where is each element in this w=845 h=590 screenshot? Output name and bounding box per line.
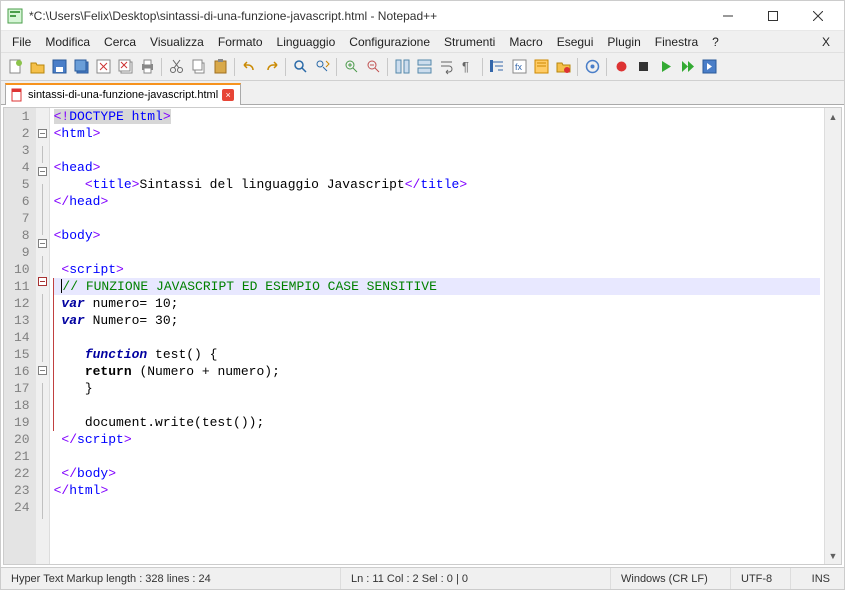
menu-configurazione[interactable]: Configurazione bbox=[342, 33, 437, 51]
status-position: Ln : 11 Col : 2 Sel : 0 | 0 bbox=[341, 568, 611, 589]
status-left: Hyper Text Markup length : 328 lines : 2… bbox=[1, 568, 341, 589]
record-icon[interactable] bbox=[611, 57, 631, 77]
title-bar: *C:\Users\Felix\Desktop\sintassi-di-una-… bbox=[1, 1, 844, 31]
menu-finestra[interactable]: Finestra bbox=[648, 33, 705, 51]
zoom-in-icon[interactable] bbox=[341, 57, 361, 77]
toolbar: ¶ fx bbox=[1, 53, 844, 81]
play-multi-icon[interactable] bbox=[677, 57, 697, 77]
play-icon[interactable] bbox=[655, 57, 675, 77]
tab-label: sintassi-di-una-funzione-javascript.html bbox=[28, 89, 218, 101]
toolbar-separator bbox=[482, 58, 483, 76]
find-icon[interactable] bbox=[290, 57, 310, 77]
window-title: *C:\Users\Felix\Desktop\sintassi-di-una-… bbox=[29, 9, 437, 23]
menu-?[interactable]: ? bbox=[705, 33, 726, 51]
stop-icon[interactable] bbox=[633, 57, 653, 77]
svg-text:fx: fx bbox=[515, 62, 523, 72]
toolbar-separator bbox=[285, 58, 286, 76]
copy-icon[interactable] bbox=[188, 57, 208, 77]
indent-guide-icon[interactable] bbox=[487, 57, 507, 77]
menu-notepad-x[interactable]: X bbox=[815, 33, 840, 51]
cut-icon[interactable] bbox=[166, 57, 186, 77]
close-all-icon[interactable] bbox=[115, 57, 135, 77]
wrap-icon[interactable] bbox=[436, 57, 456, 77]
monitor-icon[interactable] bbox=[582, 57, 602, 77]
sync-v-icon[interactable] bbox=[392, 57, 412, 77]
save-all-icon[interactable] bbox=[71, 57, 91, 77]
vertical-scrollbar[interactable]: ▲ ▼ bbox=[824, 108, 841, 564]
toolbar-separator bbox=[387, 58, 388, 76]
close-icon[interactable] bbox=[93, 57, 113, 77]
print-icon[interactable] bbox=[137, 57, 157, 77]
line-number-gutter: 123456789101112131415161718192021222324 bbox=[4, 108, 36, 564]
new-file-icon[interactable] bbox=[5, 57, 25, 77]
scroll-down-icon[interactable]: ▼ bbox=[825, 547, 841, 564]
menu-macro[interactable]: Macro bbox=[502, 33, 549, 51]
toolbar-separator bbox=[161, 58, 162, 76]
menu-file[interactable]: File bbox=[5, 33, 38, 51]
svg-text:¶: ¶ bbox=[462, 59, 469, 74]
menu-visualizza[interactable]: Visualizza bbox=[143, 33, 211, 51]
all-chars-icon[interactable]: ¶ bbox=[458, 57, 478, 77]
doc-map-icon[interactable] bbox=[531, 57, 551, 77]
maximize-button[interactable] bbox=[750, 2, 795, 30]
zoom-out-icon[interactable] bbox=[363, 57, 383, 77]
status-insert-mode: INS bbox=[791, 568, 844, 589]
menu-esegui[interactable]: Esegui bbox=[550, 33, 601, 51]
open-file-icon[interactable] bbox=[27, 57, 47, 77]
scroll-up-icon[interactable]: ▲ bbox=[825, 108, 841, 125]
tab-close-icon[interactable]: × bbox=[222, 89, 234, 101]
menu-cerca[interactable]: Cerca bbox=[97, 33, 143, 51]
redo-icon[interactable] bbox=[261, 57, 281, 77]
toolbar-separator bbox=[234, 58, 235, 76]
menu-linguaggio[interactable]: Linguaggio bbox=[270, 33, 343, 51]
file-icon bbox=[10, 88, 24, 102]
menu-formato[interactable]: Formato bbox=[211, 33, 270, 51]
minimize-button[interactable] bbox=[705, 2, 750, 30]
toolbar-separator bbox=[577, 58, 578, 76]
replace-icon[interactable] bbox=[312, 57, 332, 77]
menu-plugin[interactable]: Plugin bbox=[600, 33, 647, 51]
lang-icon[interactable]: fx bbox=[509, 57, 529, 77]
tab-active[interactable]: sintassi-di-una-funzione-javascript.html… bbox=[5, 83, 241, 105]
toolbar-separator bbox=[606, 58, 607, 76]
save-macro-icon[interactable] bbox=[699, 57, 719, 77]
app-icon bbox=[7, 8, 23, 24]
tab-bar: sintassi-di-una-funzione-javascript.html… bbox=[1, 81, 844, 105]
status-bar: Hyper Text Markup length : 328 lines : 2… bbox=[1, 567, 844, 589]
menu-modifica[interactable]: Modifica bbox=[38, 33, 97, 51]
save-icon[interactable] bbox=[49, 57, 69, 77]
code-editor[interactable]: <!DOCTYPE html><html><head> <title>Sinta… bbox=[50, 108, 824, 564]
folder-icon[interactable] bbox=[553, 57, 573, 77]
paste-icon[interactable] bbox=[210, 57, 230, 77]
fold-gutter[interactable] bbox=[36, 108, 50, 564]
editor-area: 123456789101112131415161718192021222324 … bbox=[1, 105, 844, 567]
toolbar-separator bbox=[336, 58, 337, 76]
status-encoding: UTF-8 bbox=[731, 568, 791, 589]
sync-h-icon[interactable] bbox=[414, 57, 434, 77]
menu-bar: FileModificaCercaVisualizzaFormatoLingua… bbox=[1, 31, 844, 53]
status-eol: Windows (CR LF) bbox=[611, 568, 731, 589]
undo-icon[interactable] bbox=[239, 57, 259, 77]
menu-strumenti[interactable]: Strumenti bbox=[437, 33, 502, 51]
close-button[interactable] bbox=[795, 2, 840, 30]
